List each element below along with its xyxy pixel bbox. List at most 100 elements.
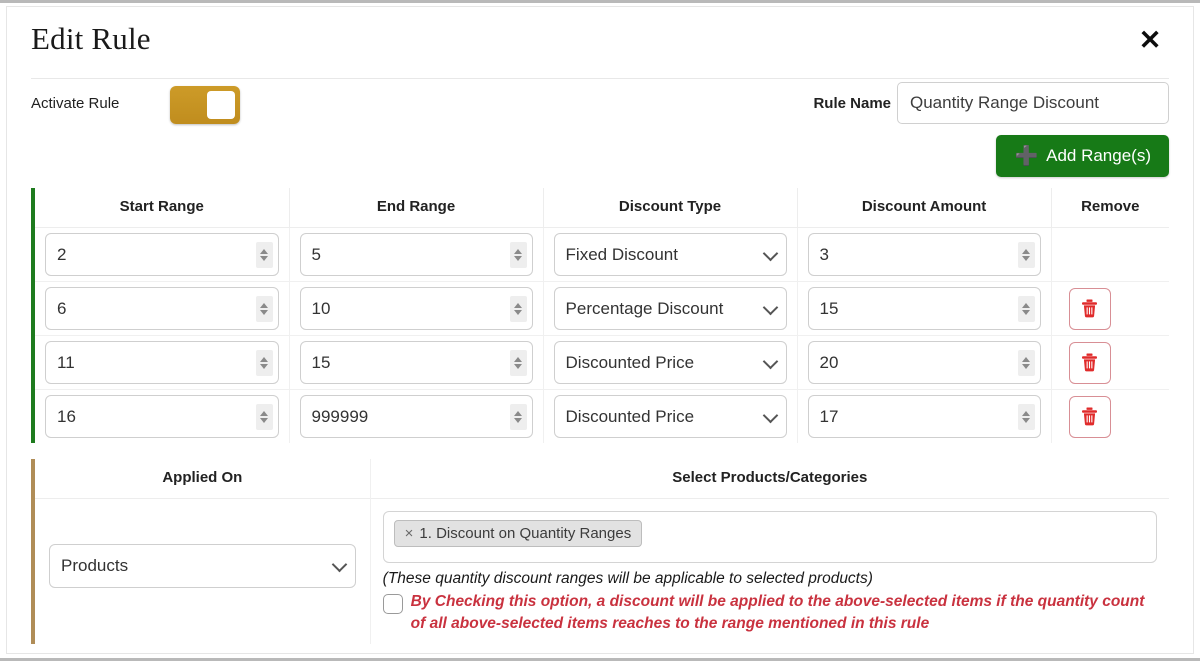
start-range-input[interactable] <box>45 287 279 330</box>
column-header-end-range: End Range <box>289 188 544 228</box>
end-range-input[interactable] <box>299 395 533 438</box>
end-range-stepper[interactable] <box>509 403 527 430</box>
applied-on-section: Applied On Products Select Products/Cate… <box>31 459 1169 644</box>
select-products-column: Select Products/Categories × 1. Discount… <box>370 459 1169 644</box>
applicability-note: (These quantity discount ranges will be … <box>382 570 873 587</box>
screen: Edit Rule ✕ Activate Rule Rule Name ➕ Ad… <box>0 0 1200 661</box>
start-range-cell <box>35 227 290 282</box>
tag-label: 1. Discount on Quantity Ranges <box>419 525 632 542</box>
add-range-row: ➕ Add Range(s) <box>31 135 1169 183</box>
discount-amount-input[interactable] <box>807 233 1041 276</box>
edit-rule-modal: Edit Rule ✕ Activate Rule Rule Name ➕ Ad… <box>6 6 1194 654</box>
end-range-field <box>299 395 533 438</box>
start-range-field <box>45 287 279 330</box>
combined-quantity-label: By Checking this option, a discount will… <box>410 593 1145 632</box>
rule-name-input[interactable] <box>897 82 1169 124</box>
activate-rule-label: Activate Rule <box>31 95 120 112</box>
ranges-table: Start Range End Range Discount Type Disc… <box>31 188 1169 443</box>
remove-range-button[interactable] <box>1068 395 1111 438</box>
end-range-cell <box>289 335 544 390</box>
discount-type-select[interactable]: Discounted Price <box>553 341 787 384</box>
discount-amount-cell <box>797 227 1052 282</box>
start-range-stepper[interactable] <box>255 349 273 376</box>
start-range-field <box>45 233 279 276</box>
discount-amount-input[interactable] <box>807 287 1041 330</box>
start-range-stepper[interactable] <box>255 295 273 322</box>
start-range-field <box>45 341 279 384</box>
plus-icon: ➕ <box>1014 145 1039 167</box>
discount-amount-stepper[interactable] <box>1017 403 1035 430</box>
discount-amount-stepper[interactable] <box>1017 241 1035 268</box>
activate-rule-row: Activate Rule Rule Name <box>31 79 1169 135</box>
remove-cell <box>1051 227 1169 282</box>
start-range-input[interactable] <box>45 341 279 384</box>
applied-on-select[interactable]: Products <box>49 544 356 588</box>
discount-amount-field <box>807 233 1041 276</box>
discount-type-cell: Discounted Price <box>543 389 798 443</box>
trash-icon <box>1082 353 1098 372</box>
discount-type-value: Discounted Price <box>553 341 787 384</box>
add-range-label: Add Range(s) <box>1046 146 1151 165</box>
page-title: Edit Rule <box>31 21 151 56</box>
discount-amount-field <box>807 287 1041 330</box>
trash-icon <box>1082 299 1098 318</box>
discount-type-cell: Percentage Discount <box>543 281 798 336</box>
applied-on-header: Applied On <box>35 469 370 499</box>
start-range-stepper[interactable] <box>255 241 273 268</box>
discount-amount-stepper[interactable] <box>1017 295 1035 322</box>
rule-name-label: Rule Name <box>813 94 891 112</box>
discount-amount-cell <box>797 389 1052 443</box>
discount-type-select[interactable]: Discounted Price <box>553 395 787 438</box>
end-range-cell <box>289 389 544 443</box>
end-range-input[interactable] <box>299 233 533 276</box>
start-range-input[interactable] <box>45 233 279 276</box>
discount-type-value: Percentage Discount <box>553 287 787 330</box>
end-range-cell <box>289 227 544 282</box>
tag-remove-icon[interactable]: × <box>405 525 414 542</box>
discount-amount-cell <box>797 335 1052 390</box>
end-range-cell <box>289 281 544 336</box>
end-range-stepper[interactable] <box>509 241 527 268</box>
end-range-input[interactable] <box>299 287 533 330</box>
toggle-knob <box>207 91 235 119</box>
rule-name-group: Rule Name <box>813 82 1169 124</box>
products-tag-box[interactable]: × 1. Discount on Quantity Ranges <box>382 511 1157 563</box>
start-range-stepper[interactable] <box>255 403 273 430</box>
discount-type-value: Discounted Price <box>553 395 787 438</box>
table-row: Discounted Price <box>35 335 1169 390</box>
column-header-start-range: Start Range <box>35 188 290 228</box>
table-row: Percentage Discount <box>35 281 1169 336</box>
column-header-discount-amount: Discount Amount <box>797 188 1052 228</box>
combined-quantity-checkbox[interactable] <box>382 594 403 614</box>
end-range-field <box>299 233 533 276</box>
start-range-cell <box>35 335 290 390</box>
applied-on-column: Applied On Products <box>35 459 371 644</box>
discount-type-value: Fixed Discount <box>553 233 787 276</box>
discount-amount-input[interactable] <box>807 395 1041 438</box>
discount-amount-field <box>807 341 1041 384</box>
applied-on-select-wrap: Products <box>49 544 356 588</box>
discount-amount-field <box>807 395 1041 438</box>
discount-amount-input[interactable] <box>807 341 1041 384</box>
remove-range-button[interactable] <box>1068 341 1111 384</box>
end-range-input[interactable] <box>299 341 533 384</box>
activate-rule-toggle[interactable] <box>170 86 240 124</box>
table-header-row: Start Range End Range Discount Type Disc… <box>35 188 1169 228</box>
add-range-button[interactable]: ➕ Add Range(s) <box>996 135 1169 177</box>
combined-quantity-option-row: By Checking this option, a discount will… <box>382 591 1157 635</box>
start-range-cell <box>35 389 290 443</box>
modal-header: Edit Rule ✕ <box>31 7 1169 79</box>
product-tag[interactable]: × 1. Discount on Quantity Ranges <box>393 520 643 547</box>
remove-range-button[interactable] <box>1068 287 1111 330</box>
start-range-cell <box>35 281 290 336</box>
start-range-input[interactable] <box>45 395 279 438</box>
end-range-stepper[interactable] <box>509 295 527 322</box>
close-icon[interactable]: ✕ <box>1133 23 1167 57</box>
table-row: Fixed Discount <box>35 227 1169 282</box>
discount-type-select[interactable]: Fixed Discount <box>553 233 787 276</box>
end-range-stepper[interactable] <box>509 349 527 376</box>
discount-amount-stepper[interactable] <box>1017 349 1035 376</box>
remove-cell <box>1051 281 1169 336</box>
column-header-remove: Remove <box>1051 188 1169 228</box>
discount-type-select[interactable]: Percentage Discount <box>553 287 787 330</box>
